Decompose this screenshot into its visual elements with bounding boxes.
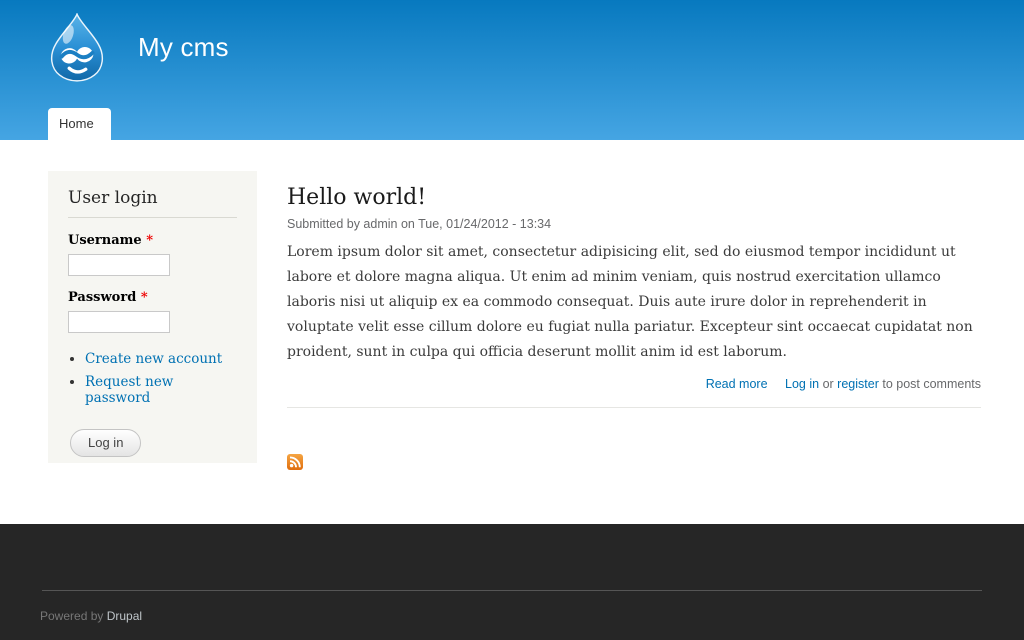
post-comments-text: to post comments (882, 377, 981, 391)
password-input[interactable] (68, 311, 170, 333)
drupal-link[interactable]: Drupal (107, 609, 142, 623)
user-links-list: Create new account Request new password (85, 351, 237, 406)
password-label: Password * (68, 290, 237, 305)
username-input[interactable] (68, 254, 170, 276)
username-label: Username * (68, 233, 237, 248)
node-links-row: Read more Log in or register to post com… (287, 377, 981, 391)
article-body: Lorem ipsum dolor sit amet, consectetur … (287, 240, 981, 365)
main-menu: Home (48, 108, 111, 140)
read-more-link[interactable]: Read more (706, 377, 768, 391)
block-title: User login (68, 188, 237, 218)
powered-by: Powered by Drupal (40, 609, 984, 623)
site-header: My cms Home (0, 0, 1024, 140)
list-item: Request new password (85, 374, 237, 406)
content-divider (287, 407, 981, 408)
main-area: User login Username * Password * Create … (0, 140, 1024, 524)
username-form-item: Username * (68, 233, 237, 276)
list-item: Create new account (85, 351, 237, 367)
drupal-logo-icon[interactable] (48, 13, 106, 83)
site-footer: Powered by Drupal (0, 524, 1024, 640)
log-in-link[interactable]: Log in (785, 377, 819, 391)
create-new-account-link[interactable]: Create new account (85, 351, 222, 367)
article-title: Hello world! (287, 185, 981, 210)
tab-home[interactable]: Home (48, 108, 111, 140)
required-marker: * (146, 233, 153, 248)
content-region: Hello world! Submitted by admin on Tue, … (287, 171, 981, 475)
site-name[interactable]: My cms (138, 32, 229, 63)
request-new-password-link[interactable]: Request new password (85, 374, 173, 406)
register-link[interactable]: register (837, 377, 879, 391)
log-in-button[interactable]: Log in (70, 429, 141, 457)
rss-icon[interactable] (287, 454, 303, 470)
submitted-line: Submitted by admin on Tue, 01/24/2012 - … (287, 217, 981, 231)
password-form-item: Password * (68, 290, 237, 333)
or-text: or (823, 377, 834, 391)
required-marker: * (141, 290, 148, 305)
footer-divider (42, 590, 982, 591)
user-login-block: User login Username * Password * Create … (48, 171, 257, 463)
